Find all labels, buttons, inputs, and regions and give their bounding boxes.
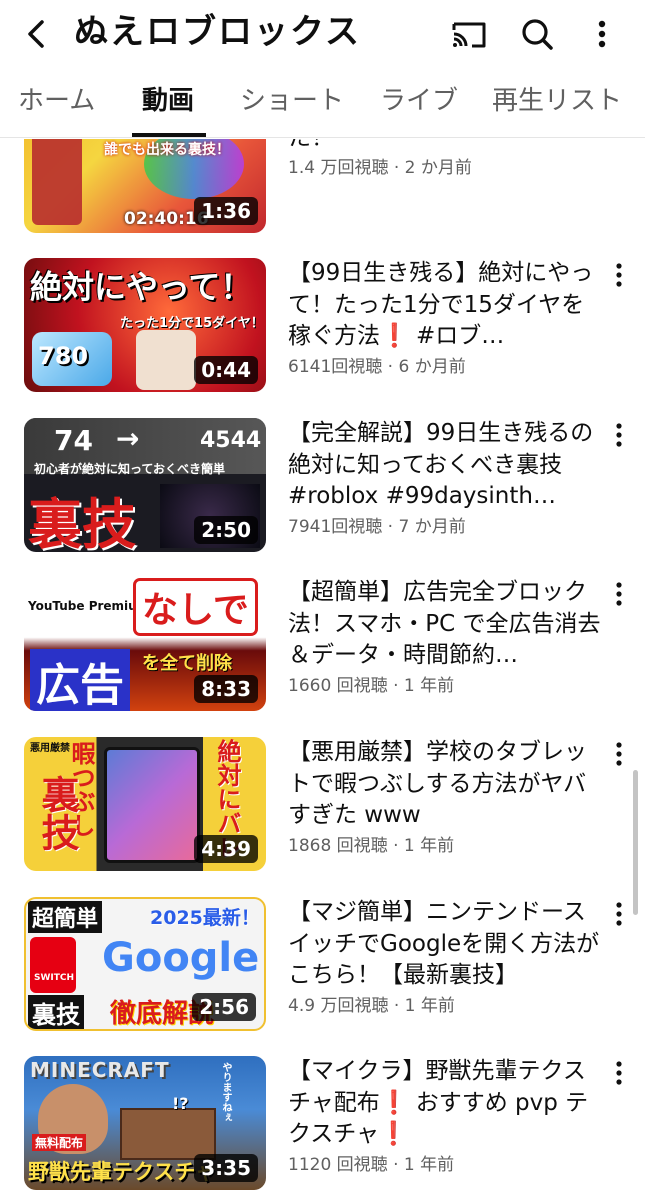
- switch-logo: [30, 937, 76, 993]
- video-duration: 4:39: [194, 835, 258, 863]
- video-title[interactable]: 【マジ簡単】ニンテンドースイッチでGoogleを開く方法がこちら！【最新裏技】: [288, 897, 604, 992]
- video-duration: 8:33: [194, 675, 258, 703]
- app-bar: ぬえロブロックス: [0, 0, 645, 66]
- thumb-caption: たった1分で15ダイヤ！: [120, 316, 264, 331]
- thumb-caption: やりますねぇ: [220, 1062, 231, 1122]
- video-duration: 2:50: [194, 516, 258, 544]
- thumb-headline: なしで: [136, 581, 255, 633]
- thumb-caption: 無料配布: [32, 1134, 87, 1151]
- video-thumbnail[interactable]: 誰でも出来る裏技！ 02:40:16 1:36: [24, 139, 266, 233]
- more-vert-icon[interactable]: [584, 12, 620, 56]
- video-meta: 7941回視聴 · 7 か月前: [288, 516, 466, 537]
- more-vert-icon[interactable]: [606, 1058, 632, 1088]
- channel-title: ぬえロブロックス: [74, 12, 361, 52]
- thumb-number: 4544: [200, 428, 262, 453]
- thumb-caption: 2025最新！: [150, 907, 260, 929]
- video-thumbnail[interactable]: 悪用厳禁 暇つぶし 裏技 絶対にバレ 4:39: [24, 737, 266, 871]
- video-item[interactable]: MINECRAFT やりますねぇ !? 無料配布 野獣先輩テクスチャ 3:35 …: [0, 1056, 645, 1200]
- video-thumbnail[interactable]: 超簡単 2025最新！ SWITCH Google 裏技 徹底解説 2:56: [24, 897, 266, 1031]
- more-vert-icon[interactable]: [606, 739, 632, 769]
- video-item[interactable]: 超簡単 2025最新！ SWITCH Google 裏技 徹底解説 2:56 【…: [0, 897, 645, 1057]
- character-figure: [136, 330, 196, 390]
- arrow-right-icon: →: [116, 422, 140, 455]
- video-item[interactable]: 74 → 4544 初心者が絶対に知っておくべき簡単 裏技 2:50 【完全解説…: [0, 418, 645, 578]
- more-vert-icon[interactable]: [606, 420, 632, 450]
- tab-videos[interactable]: 動画: [142, 84, 194, 118]
- video-meta: 4.9 万回視聴 · 1 年前: [288, 995, 455, 1016]
- thumb-headline: Google: [102, 935, 260, 981]
- thumb-headline: 広告: [30, 649, 130, 711]
- thumb-caption: SWITCH: [34, 973, 75, 983]
- cast-icon[interactable]: [446, 12, 492, 56]
- video-item[interactable]: 誰でも出来る裏技！ 02:40:16 1:36 倍ラックを三時間やってみた！ 1…: [0, 139, 645, 259]
- thumb-headline: 絶対にやって！: [30, 268, 253, 306]
- video-meta: 1660 回視聴 · 1 年前: [288, 675, 455, 696]
- video-title[interactable]: 【超簡単】広告完全ブロック法！スマホ・PC で全広告消去＆データ・時間節約…: [288, 577, 604, 672]
- thumb-headline: 裏技: [28, 493, 136, 552]
- video-meta: 1120 回視聴 · 1 年前: [288, 1154, 455, 1175]
- video-thumbnail[interactable]: YouTube Premium なしで 広告 を全て削除 8:33: [24, 577, 266, 711]
- thumb-caption: を全て削除: [142, 653, 232, 674]
- video-list: 誰でも出来る裏技！ 02:40:16 1:36 倍ラックを三時間やってみた！ 1…: [0, 139, 645, 1200]
- thumb-caption: 初心者が絶対に知っておくべき簡単: [34, 462, 226, 476]
- video-item[interactable]: YouTube Premium なしで 広告 を全て削除 8:33 【超簡単】広…: [0, 577, 645, 737]
- video-duration: 2:56: [192, 993, 256, 1021]
- video-meta: 1.4 万回視聴 · 2 か月前: [288, 158, 472, 178]
- crafting-grid: [120, 1108, 216, 1160]
- video-title[interactable]: 【完全解説】99日生き残るの絶対に知っておくべき裏技 #roblox #99da…: [288, 418, 604, 513]
- tab-playlists[interactable]: 再生リスト: [492, 84, 622, 118]
- scrollbar[interactable]: [633, 770, 638, 915]
- video-title[interactable]: 【マイクラ】野獣先輩テクスチャ配布❗ おすすめ pvp テクスチャ❗: [288, 1056, 604, 1151]
- more-vert-icon[interactable]: [606, 579, 632, 609]
- active-tab-indicator: [132, 133, 206, 137]
- thumb-caption: MINECRAFT: [30, 1058, 170, 1082]
- video-title[interactable]: 倍ラックを三時間やってみた！: [288, 139, 604, 154]
- search-icon[interactable]: [514, 12, 560, 56]
- video-meta: 1868 回視聴 · 1 年前: [288, 835, 455, 856]
- thumb-caption: YouTube Premium: [28, 599, 150, 613]
- more-vert-icon[interactable]: [606, 899, 632, 929]
- video-thumbnail[interactable]: 74 → 4544 初心者が絶対に知っておくべき簡単 裏技 2:50: [24, 418, 266, 552]
- video-thumbnail[interactable]: 絶対にやって！ たった1分で15ダイヤ！ 780 0:44: [24, 258, 266, 392]
- video-item[interactable]: 悪用厳禁 暇つぶし 裏技 絶対にバレ 4:39 【悪用厳禁】学校のタブレットで暇…: [0, 737, 645, 897]
- thumb-headline: 超簡単: [28, 901, 103, 933]
- video-title[interactable]: 【悪用厳禁】学校のタブレットで暇つぶしする方法がヤバすぎた www: [288, 737, 604, 832]
- tab-shorts[interactable]: ショート: [240, 84, 344, 118]
- thumb-headline: 野獣先輩テクスチャ: [28, 1160, 217, 1184]
- video-meta: 6141回視聴 · 6 か月前: [288, 356, 466, 377]
- video-item[interactable]: 絶対にやって！ たった1分で15ダイヤ！ 780 0:44 【99日生き残る】絶…: [0, 258, 645, 418]
- thumb-number: 780: [38, 342, 89, 370]
- thumb-caption: !?: [172, 1094, 189, 1113]
- video-duration: 3:35: [194, 1154, 258, 1182]
- video-duration: 0:44: [194, 356, 258, 384]
- thumb-headline: 裏技: [35, 775, 79, 851]
- thumb-headline: 裏技: [28, 995, 84, 1029]
- tab-live[interactable]: ライブ: [380, 84, 458, 118]
- back-arrow-icon[interactable]: [14, 12, 58, 56]
- video-thumbnail[interactable]: MINECRAFT やりますねぇ !? 無料配布 野獣先輩テクスチャ 3:35: [24, 1056, 266, 1190]
- thumb-number: 74: [54, 424, 93, 457]
- tab-home[interactable]: ホーム: [18, 84, 95, 118]
- thumb-caption: 誰でも出来る裏技！: [104, 142, 230, 158]
- channel-tabs: ホーム 動画 ショート ライブ 再生リスト: [0, 66, 645, 138]
- tablet-screen: [104, 747, 200, 863]
- character-figure: [32, 139, 82, 225]
- video-duration: 1:36: [194, 197, 258, 225]
- video-title[interactable]: 【99日生き残る】絶対にやって！たった1分で15ダイヤを稼ぐ方法❗ #ロブ…: [288, 258, 604, 353]
- more-vert-icon[interactable]: [606, 260, 632, 290]
